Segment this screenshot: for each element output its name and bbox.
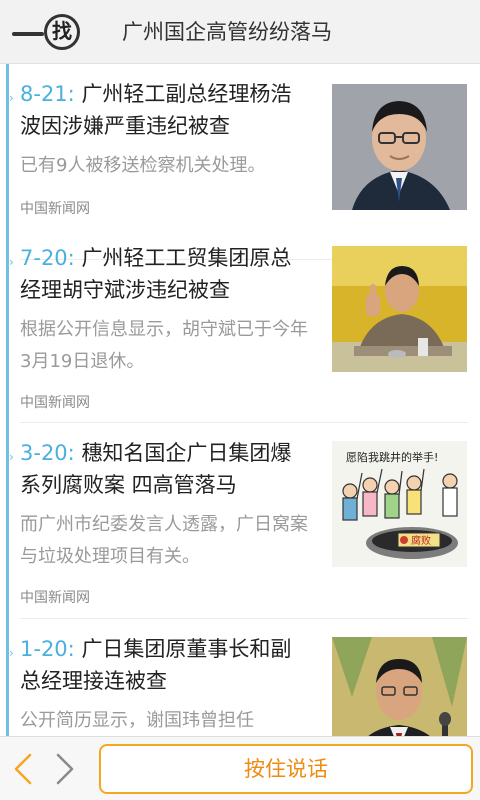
news-title[interactable]: 1-20: 广日集团原董事长和副总经理接连被查 xyxy=(20,633,310,697)
news-summary: 根据公开信息显示，胡守斌已于今年3月19日退休。 xyxy=(20,319,308,372)
news-date: 7-20: xyxy=(20,246,75,270)
news-thumbnail[interactable] xyxy=(332,84,467,210)
man-with-glasses-portrait xyxy=(332,84,467,210)
news-source: 中国新闻网 xyxy=(20,395,90,411)
cartoon-label: 腐败 xyxy=(411,534,431,547)
chevron-right-icon[interactable] xyxy=(46,749,82,789)
news-item[interactable]: › 3-20: 穗知名国企广日集团爆系列腐败案 四高管落马 而广州市纪委发言人透… xyxy=(0,423,480,619)
timeline-marker-icon: › xyxy=(9,91,14,105)
logo-dash xyxy=(12,32,44,36)
hold-to-talk-button[interactable]: 按住说话 xyxy=(99,744,473,794)
news-date: 1-20: xyxy=(20,637,75,661)
news-item[interactable]: › 7-20: 广州轻工工贸集团原总经理胡守斌涉违纪被查 根据公开信息显示，胡守… xyxy=(0,228,480,423)
corruption-cartoon: 愿陷我跳井的举手! 腐败 xyxy=(332,441,467,567)
timeline-marker-icon: › xyxy=(9,646,14,660)
news-source: 中国新闻网 xyxy=(20,590,90,606)
news-item[interactable]: › 1-20: 广日集团原董事长和副总经理接连被查 公开简历显示，谢国玮曾担任 xyxy=(0,619,480,736)
find-logo-icon[interactable]: 找 xyxy=(12,14,80,50)
app-header: 找 广州国企高管纷纷落马 xyxy=(0,0,480,64)
news-title[interactable]: 3-20: 穗知名国企广日集团爆系列腐败案 四高管落马 xyxy=(20,437,310,501)
news-thumbnail[interactable] xyxy=(332,246,467,372)
timeline-marker-icon: › xyxy=(9,255,14,269)
page-title: 广州国企高管纷纷落马 xyxy=(122,20,332,44)
news-feed: › 8-21: 广州轻工副总经理杨浩波因涉嫌严重违纪被查 已有9人被移送检察机关… xyxy=(0,64,480,736)
news-date: 3-20: xyxy=(20,441,75,465)
chevron-left-icon[interactable] xyxy=(6,749,42,789)
news-title[interactable]: 8-21: 广州轻工副总经理杨浩波因涉嫌严重违纪被查 xyxy=(20,78,310,142)
news-source: 中国新闻网 xyxy=(20,201,90,217)
news-title[interactable]: 7-20: 广州轻工工贸集团原总经理胡守斌涉违纪被查 xyxy=(20,242,310,306)
news-summary: 已有9人被移送检察机关处理。 xyxy=(20,155,266,176)
news-date: 8-21: xyxy=(20,82,75,106)
man-speaking-at-microphone xyxy=(332,637,467,736)
bottom-toolbar: 按住说话 xyxy=(0,736,480,800)
news-summary: 公开简历显示，谢国玮曾担任 xyxy=(20,710,254,731)
news-summary: 而广州市纪委发言人透露，广日窝案与垃圾处理项目有关。 xyxy=(20,514,308,567)
logo-glyph: 找 xyxy=(44,14,80,50)
news-thumbnail[interactable] xyxy=(332,637,467,736)
cartoon-caption: 愿陷我跳井的举手! xyxy=(346,450,438,464)
news-thumbnail[interactable]: 愿陷我跳井的举手! 腐败 xyxy=(332,441,467,567)
man-thumbs-up-at-desk xyxy=(332,246,467,372)
timeline-marker-icon: › xyxy=(9,450,14,464)
